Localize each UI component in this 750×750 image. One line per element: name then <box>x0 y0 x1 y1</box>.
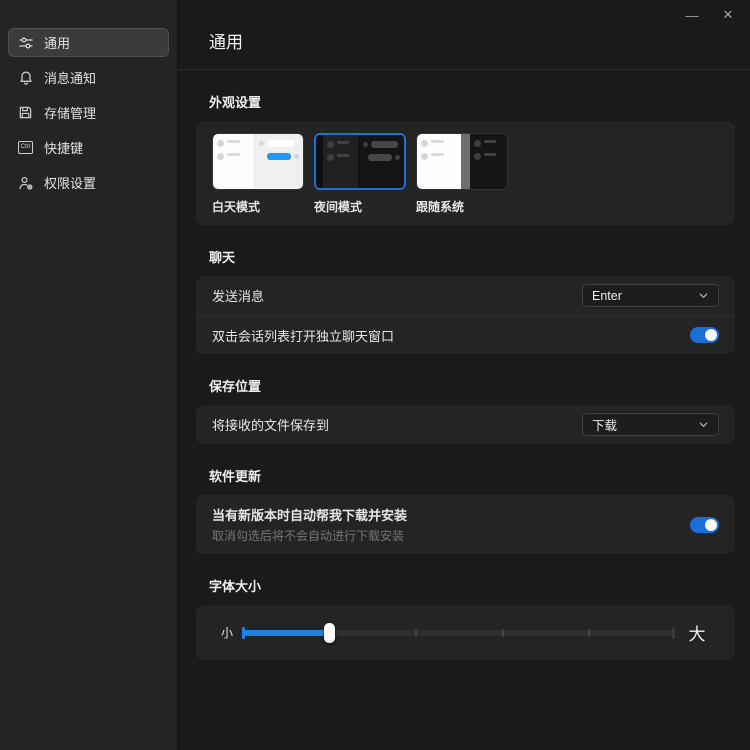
font-size-slider[interactable] <box>242 623 675 643</box>
sidebar-item-general[interactable]: 通用 <box>8 28 169 57</box>
theme-thumbnail-day <box>212 133 304 190</box>
send-message-label: 发送消息 <box>212 286 264 305</box>
theme-thumbnail-system <box>416 133 508 190</box>
auto-update-label: 当有新版本时自动帮我下载并安装 <box>212 505 407 524</box>
sidebar-item-label: 存储管理 <box>44 103 96 122</box>
font-size-slider-row: 小 大 <box>196 605 735 660</box>
save-card: 将接收的文件保存到 下载 <box>196 405 735 444</box>
double-click-row: 双击会话列表打开独立聊天窗口 <box>196 315 735 354</box>
section-save-label: 保存位置 <box>209 376 750 395</box>
minimize-button[interactable]: — <box>678 4 706 26</box>
sidebar-item-label: 快捷键 <box>44 138 83 157</box>
save-to-dropdown[interactable]: 下载 <box>582 413 719 436</box>
theme-option-day[interactable]: 白天模式 <box>212 133 304 215</box>
save-to-row: 将接收的文件保存到 下载 <box>196 405 735 444</box>
double-click-label: 双击会话列表打开独立聊天窗口 <box>212 326 394 345</box>
chevron-down-icon <box>698 290 709 301</box>
user-gear-icon <box>17 174 34 191</box>
settings-main-panel: — ✕ 通用 外观设置 白天模式 <box>178 0 750 750</box>
font-size-max-label: 大 <box>675 620 719 645</box>
save-to-label: 将接收的文件保存到 <box>212 415 329 434</box>
theme-option-system[interactable]: 跟随系统 <box>416 133 508 215</box>
window-controls: — ✕ <box>678 4 742 26</box>
settings-sidebar: 通用 消息通知 存储管理 Ctrl 快捷键 <box>0 0 178 750</box>
sidebar-item-label: 消息通知 <box>44 68 96 87</box>
theme-label-day: 白天模式 <box>212 198 304 215</box>
close-button[interactable]: ✕ <box>714 4 742 26</box>
sidebar-item-notifications[interactable]: 消息通知 <box>8 63 169 92</box>
sidebar-item-shortcuts[interactable]: Ctrl 快捷键 <box>8 133 169 162</box>
section-font-label: 字体大小 <box>209 576 750 595</box>
bell-icon <box>17 69 34 86</box>
chat-card: 发送消息 Enter 双击会话列表打开独立聊天窗口 <box>196 276 735 354</box>
auto-update-description: 取消勾选后将不会自动进行下载安装 <box>212 527 407 544</box>
section-appearance-label: 外观设置 <box>209 92 750 111</box>
theme-options: 白天模式 夜间模式 <box>196 121 735 225</box>
theme-label-night: 夜间模式 <box>314 198 406 215</box>
theme-label-system: 跟随系统 <box>416 198 508 215</box>
sidebar-item-storage[interactable]: 存储管理 <box>8 98 169 127</box>
section-chat-label: 聊天 <box>209 247 750 266</box>
font-size-min-label: 小 <box>212 624 242 641</box>
sidebar-item-label: 权限设置 <box>44 173 96 192</box>
send-message-row: 发送消息 Enter <box>196 276 735 315</box>
sidebar-item-label: 通用 <box>44 33 70 52</box>
save-to-value: 下载 <box>592 415 617 434</box>
theme-thumbnail-night <box>314 133 406 190</box>
slider-fill <box>242 630 329 636</box>
appearance-card: 白天模式 夜间模式 <box>196 121 735 225</box>
page-title: 通用 <box>178 0 750 69</box>
send-message-dropdown[interactable]: Enter <box>582 284 719 307</box>
title-divider <box>178 69 750 70</box>
send-message-value: Enter <box>592 289 622 303</box>
section-update-label: 软件更新 <box>209 466 750 485</box>
font-size-card: 小 大 <box>196 605 735 660</box>
slider-thumb[interactable] <box>324 623 335 643</box>
sidebar-item-permissions[interactable]: 权限设置 <box>8 168 169 197</box>
auto-update-row: 当有新版本时自动帮我下载并安装 取消勾选后将不会自动进行下载安装 <box>196 495 735 554</box>
ctrl-key-icon: Ctrl <box>17 139 34 156</box>
update-card: 当有新版本时自动帮我下载并安装 取消勾选后将不会自动进行下载安装 <box>196 495 735 554</box>
chevron-down-icon <box>698 419 709 430</box>
auto-update-toggle[interactable] <box>690 517 719 533</box>
storage-icon <box>17 104 34 121</box>
double-click-toggle[interactable] <box>690 327 719 343</box>
sliders-icon <box>17 34 34 51</box>
theme-option-night[interactable]: 夜间模式 <box>314 133 406 215</box>
